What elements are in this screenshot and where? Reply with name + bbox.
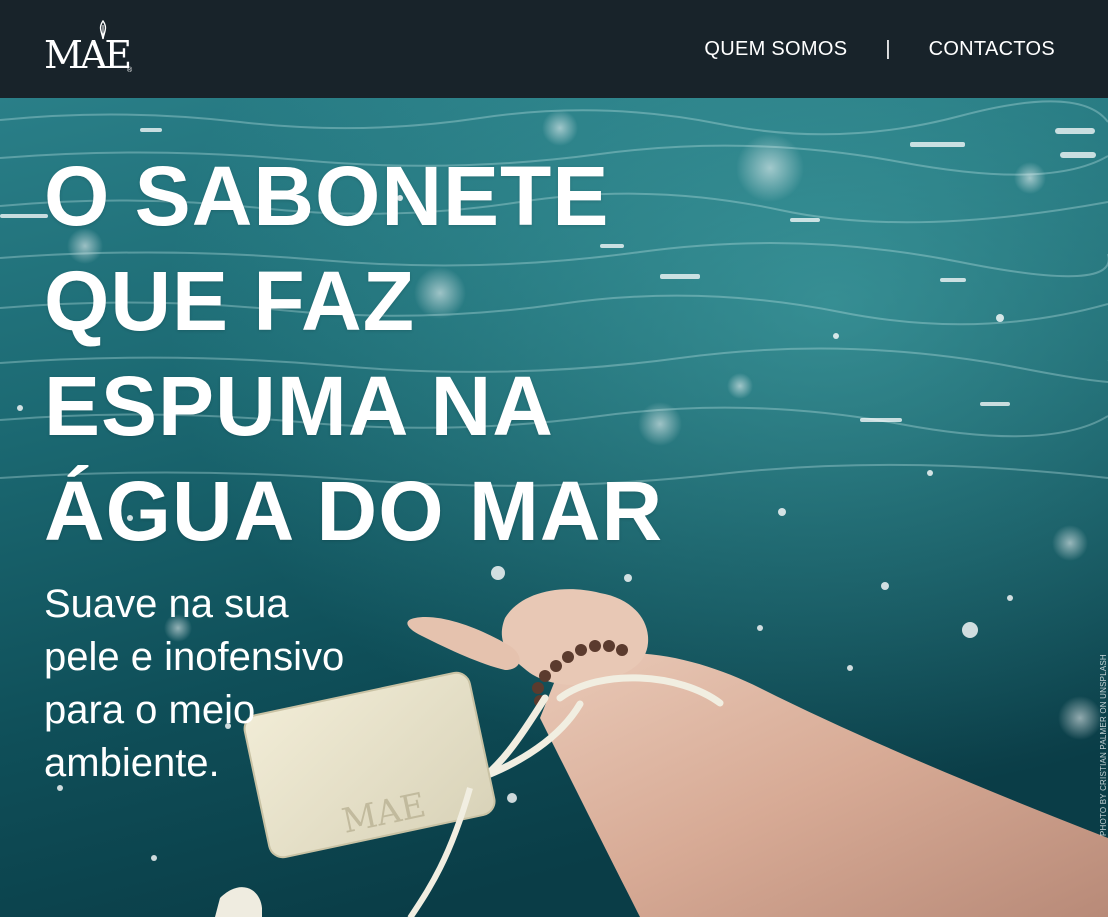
logo-wordmark: MAE: [44, 33, 132, 77]
subline-line-2: pele e inofensivo: [44, 635, 345, 679]
nav-link-quem-somos[interactable]: QUEM SOMOS: [704, 38, 847, 61]
photo-credit: PHOTO BY CRISTIAN PALMER ON UNSPLASH: [1099, 654, 1108, 836]
main-nav: QUEM SOMOS | CONTACTOS: [704, 35, 1055, 63]
hero-headline: O SABONETE QUE FAZ ESPUMA NA ÁGUA DO MAR: [44, 144, 663, 564]
subline-line-4: ambiente.: [44, 741, 220, 785]
brand-logo[interactable]: MAE ®: [44, 20, 144, 78]
subline-line-1: Suave na sua: [44, 582, 289, 626]
site-header: MAE ® QUEM SOMOS | CONTACTOS: [0, 0, 1108, 98]
headline-line-2: QUE FAZ: [44, 254, 416, 348]
page: MAE ® QUEM SOMOS | CONTACTOS MAE O SABON…: [0, 0, 1108, 917]
hero-subheadline: Suave na sua pele e inofensivo para o me…: [44, 578, 344, 790]
headline-line-1: O SABONETE: [44, 149, 610, 243]
hero-section: MAE O SABONETE QUE FAZ ESPUMA NA ÁGUA DO…: [0, 98, 1108, 917]
registered-mark: ®: [127, 67, 133, 74]
headline-line-3: ESPUMA NA: [44, 359, 554, 453]
nav-link-contactos[interactable]: CONTACTOS: [929, 38, 1055, 61]
subline-line-3: para o meio: [44, 688, 256, 732]
headline-line-4: ÁGUA DO MAR: [44, 464, 664, 558]
nav-separator: |: [885, 37, 891, 60]
